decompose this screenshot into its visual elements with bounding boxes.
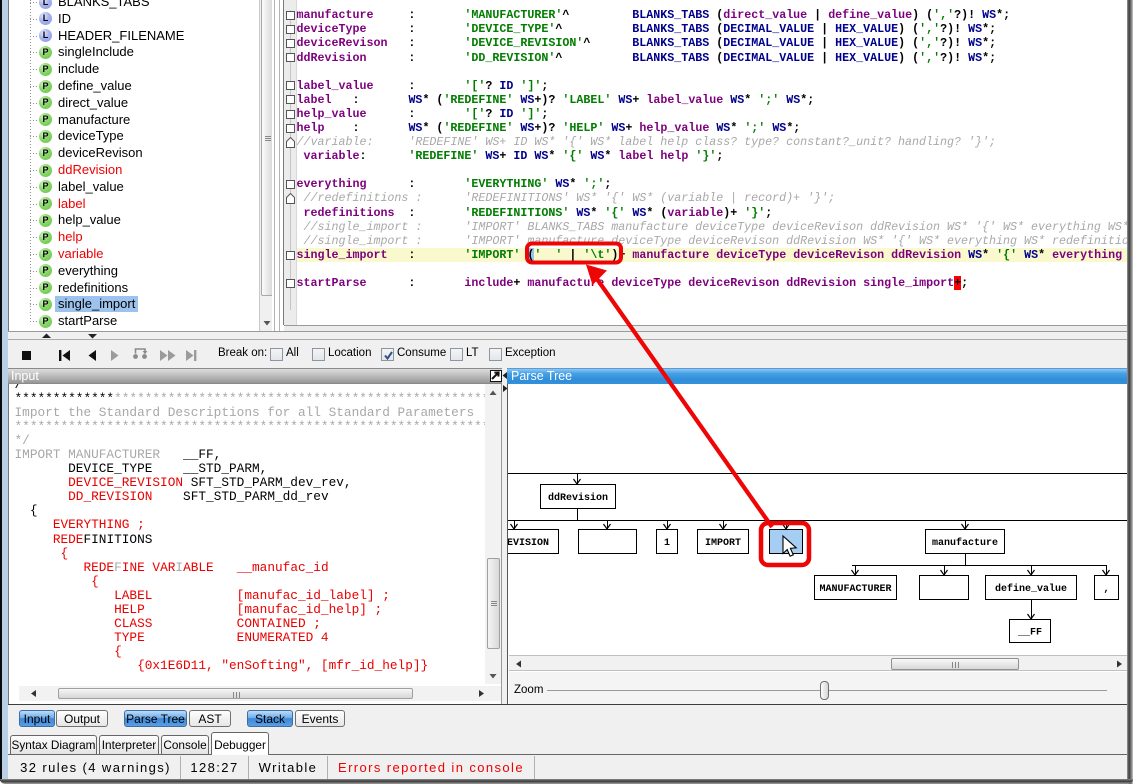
svg-text:EVISION: EVISION (508, 538, 549, 549)
svg-text:ddRevision: ddRevision (548, 492, 608, 504)
svg-text:IMPORT: IMPORT (705, 538, 741, 549)
svg-text:,: , (1103, 584, 1109, 595)
svg-text:manufacture: manufacture (932, 537, 998, 549)
svg-text:__FF: __FF (1017, 628, 1042, 639)
svg-text:1: 1 (664, 538, 670, 549)
svg-text:define_value: define_value (995, 583, 1067, 595)
svg-text:MANUFACTURER: MANUFACTURER (819, 584, 891, 595)
